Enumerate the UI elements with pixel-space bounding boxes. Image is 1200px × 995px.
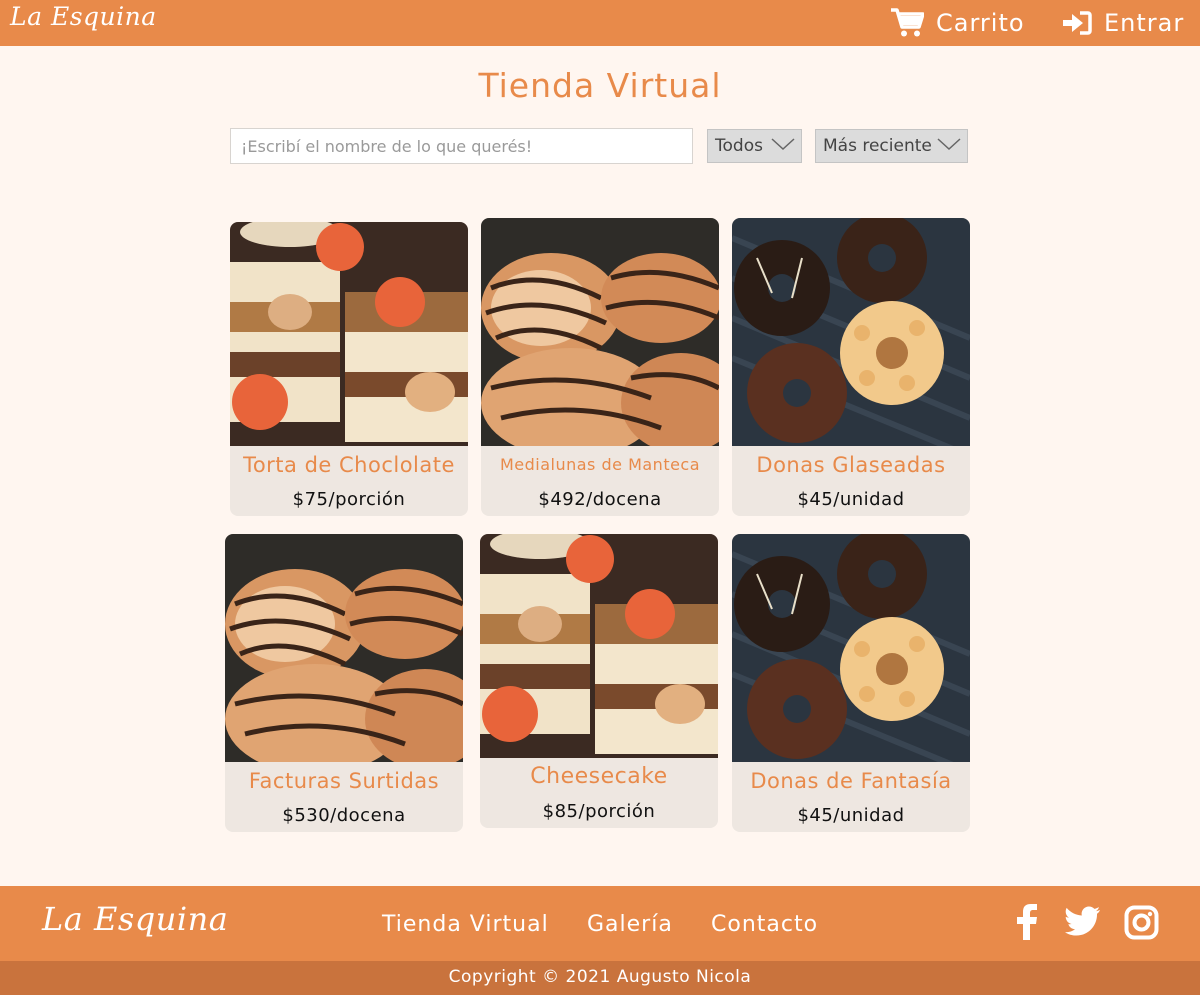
product-name: Torta de Choclolate: [243, 453, 455, 477]
footer-link-contacto[interactable]: Contacto: [711, 912, 818, 937]
footer-brand-logo[interactable]: La Esquina: [42, 900, 228, 938]
page-title: Tienda Virtual: [478, 66, 722, 105]
instagram-icon[interactable]: [1124, 905, 1159, 944]
sign-in-icon: [1062, 10, 1092, 36]
order-select-value: Más reciente: [823, 136, 932, 156]
donuts-image: [732, 218, 970, 446]
cart-link[interactable]: Carrito: [890, 6, 1025, 40]
footer-link-tienda-virtual[interactable]: Tienda Virtual: [382, 912, 549, 937]
category-select-value: Todos: [715, 136, 763, 156]
donuts-image: [732, 534, 970, 762]
product-price: $45/unidad: [797, 805, 905, 826]
product-price: $75/porción: [292, 489, 406, 510]
chocolate-cake-image: [230, 222, 468, 446]
product-price: $492/docena: [538, 489, 662, 510]
product-card[interactable]: Donas Glaseadas $45/unidad: [732, 218, 970, 516]
chocolate-cake-image: [480, 534, 718, 758]
product-name: Facturas Surtidas: [248, 769, 440, 793]
product-card[interactable]: Donas de Fantasía $45/unidad: [732, 534, 970, 832]
order-select[interactable]: Más reciente: [815, 129, 968, 163]
product-card[interactable]: Torta de Choclolate $75/porción: [230, 222, 468, 516]
login-label: Entrar: [1104, 9, 1185, 37]
search-input[interactable]: [230, 128, 693, 164]
product-price: $530/docena: [282, 805, 406, 826]
product-name: Medialunas de Manteca: [499, 455, 701, 474]
product-card[interactable]: Cheesecake $85/porción: [480, 534, 718, 828]
product-name: Cheesecake: [530, 764, 668, 789]
product-price: $85/porción: [542, 801, 656, 822]
copyright-bar: Copyright © 2021 Augusto Nicola: [0, 961, 1200, 995]
footer: La Esquina Tienda Virtual Galería Contac…: [0, 886, 1200, 961]
product-card[interactable]: Medialunas de Manteca $492/docena: [481, 218, 719, 516]
chevron-down-icon: [771, 136, 795, 156]
login-link[interactable]: Entrar: [1062, 6, 1184, 40]
chevron-down-icon: [937, 136, 961, 156]
brand-logo[interactable]: La Esquina: [10, 2, 157, 31]
product-card[interactable]: Facturas Surtidas $530/docena: [225, 534, 463, 832]
twitter-icon[interactable]: [1065, 906, 1101, 942]
category-select[interactable]: Todos: [707, 129, 802, 163]
croissant-image: [225, 534, 463, 762]
top-navbar: La Esquina Carrito Entrar: [0, 0, 1200, 46]
footer-link-galeria[interactable]: Galería: [587, 912, 673, 937]
cart-icon: [890, 8, 924, 38]
facebook-icon[interactable]: [1014, 904, 1038, 944]
cart-label: Carrito: [936, 9, 1025, 37]
croissant-image: [481, 218, 719, 446]
product-price: $45/unidad: [797, 489, 905, 510]
product-name: Donas Glaseadas: [756, 453, 946, 477]
product-name: Donas de Fantasía: [750, 769, 952, 793]
